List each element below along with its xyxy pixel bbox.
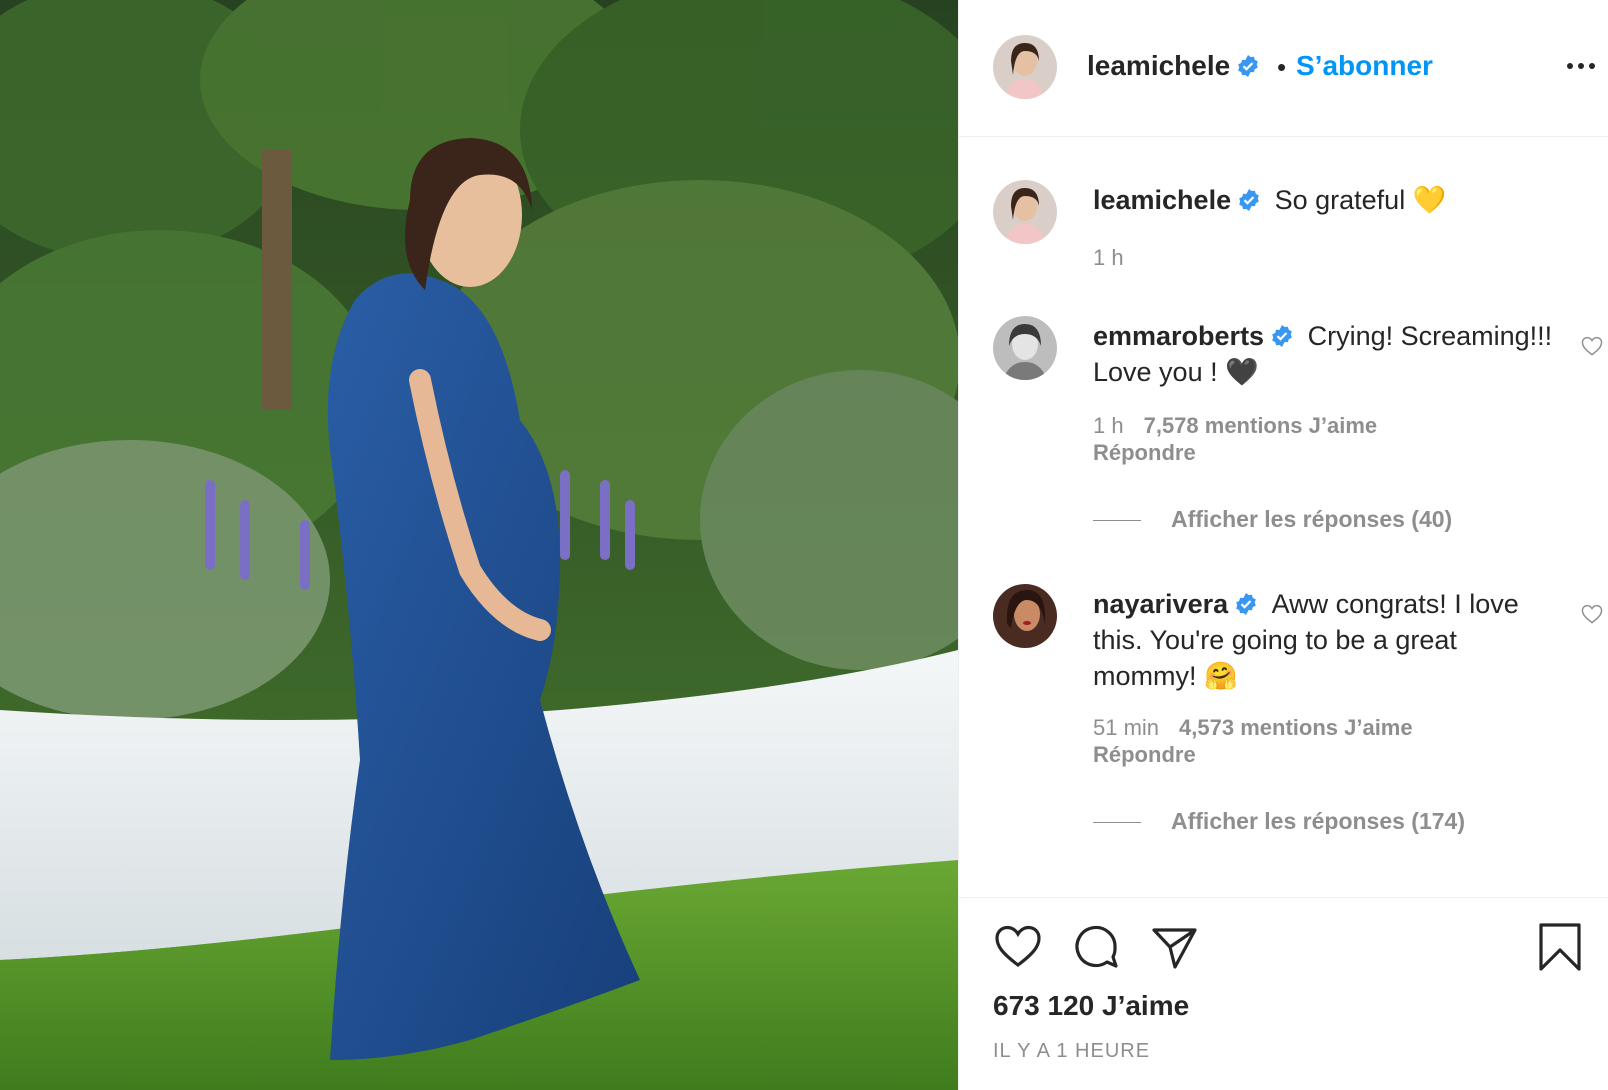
comment-text-block: nayarivera Aww congrats! I love this. Yo… [1093,586,1563,694]
bookmark-icon[interactable] [1535,922,1585,972]
likes-count[interactable]: 673 120 J’aime [993,990,1189,1022]
comment-icon[interactable] [1071,922,1121,972]
reply-button[interactable]: Répondre [1093,440,1196,466]
heart-icon[interactable] [993,922,1043,972]
comment-username[interactable]: emmaroberts [1093,321,1264,351]
post-image [0,0,958,1090]
comment-meta: 51 min 4,573 mentions J’aime [1093,714,1413,742]
post-header: leamichele • S’abonner [959,0,1608,137]
reply-button[interactable]: Répondre [1093,742,1196,768]
verified-badge-icon [1234,592,1258,616]
comment-text-block: emmaroberts Crying! Screaming!!! Love yo… [1093,318,1563,390]
caption-time: 1 h [1093,245,1124,270]
caption-text-block: leamichele So grateful 💛 [1093,182,1563,218]
comment-heart-icon[interactable] [1581,336,1603,356]
comment-meta: 1 h 7,578 mentions J’aime [1093,412,1377,440]
comment-username[interactable]: nayarivera [1093,589,1228,619]
view-replies-button[interactable]: Afficher les réponses (40) [1093,506,1452,533]
author-avatar[interactable] [993,35,1057,99]
comment-heart-icon[interactable] [1581,604,1603,624]
caption-username[interactable]: leamichele [1093,185,1231,215]
header-separator: • [1277,52,1287,82]
comment-time: 1 h [1093,413,1124,438]
post-timestamp[interactable]: IL Y A 1 HEURE [993,1040,1150,1063]
verified-badge-icon [1237,188,1261,212]
comment-avatar[interactable] [993,316,1057,380]
share-icon[interactable] [1149,922,1199,972]
comment-avatar[interactable] [993,584,1057,648]
caption-avatar[interactable] [993,180,1057,244]
divider-line [1093,822,1141,824]
follow-button[interactable]: S’abonner [1296,50,1433,82]
comments-list: leamichele So grateful 💛 1 h emmaroberts… [959,138,1608,896]
post-actions: 673 120 J’aime IL Y A 1 HEURE [959,897,1608,1090]
view-replies-button[interactable]: Afficher les réponses (174) [1093,808,1465,835]
verified-badge-icon [1270,324,1294,348]
comment-likes[interactable]: 4,573 mentions J’aime [1179,715,1413,740]
post-sidebar: leamichele • S’abonner leamichele So gra… [958,0,1608,1090]
comment-time: 51 min [1093,715,1160,740]
more-options-icon[interactable] [1567,60,1595,72]
divider-line [1093,520,1141,522]
caption-text: So grateful 💛 [1274,185,1447,215]
verified-badge-icon [1236,54,1260,78]
post-photo [0,0,958,1090]
author-username[interactable]: leamichele [1087,50,1260,82]
comment-likes[interactable]: 7,578 mentions J’aime [1144,413,1378,438]
